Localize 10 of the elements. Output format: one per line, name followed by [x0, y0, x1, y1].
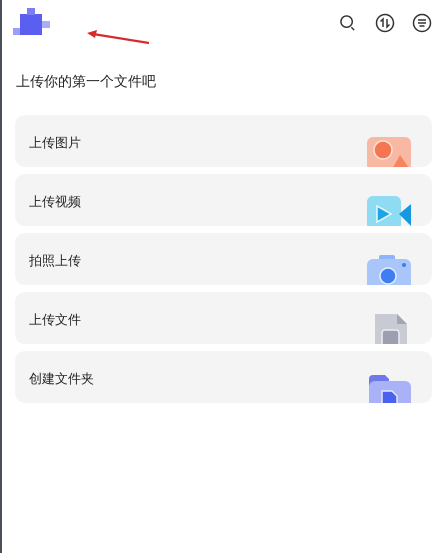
upload-option[interactable]: 上传视频 [15, 174, 432, 226]
arrow-annotation [85, 29, 151, 45]
page-heading: 上传你的第一个文件吧 [16, 73, 157, 92]
logo-icon [13, 8, 53, 38]
upload-option[interactable]: 上传文件 [15, 292, 432, 344]
upload-option[interactable]: 拍照上传 [15, 233, 432, 285]
sort-icon[interactable] [375, 13, 395, 33]
upload-option[interactable]: 创建文件夹 [15, 351, 432, 403]
upload-option[interactable]: 上传图片 [15, 115, 432, 167]
menu-icon[interactable] [412, 13, 432, 33]
